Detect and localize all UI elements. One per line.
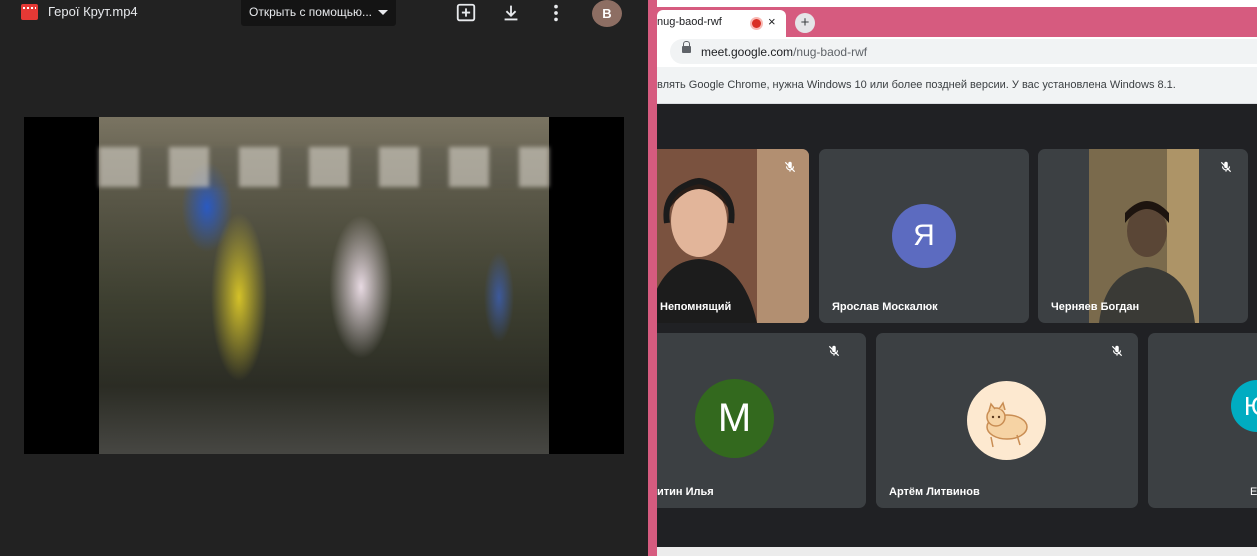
participant-name: итин Илья	[657, 486, 714, 498]
browser-toolbar: meet.google.com/nug-baod-rwf	[657, 37, 1257, 67]
tab-meet[interactable]: nug-baod-rwf ×	[657, 10, 786, 37]
open-with-button[interactable]: Открыть с помощью...	[241, 0, 396, 26]
recording-icon	[752, 19, 761, 28]
open-with-label: Открыть с помощью...	[249, 5, 373, 19]
download-icon[interactable]	[500, 2, 522, 24]
participant-name: Е	[1250, 486, 1257, 498]
new-tab-button[interactable]: +	[795, 13, 815, 33]
participant-video	[1089, 149, 1199, 323]
mic-off-icon	[828, 345, 840, 357]
window-divider[interactable]	[648, 0, 657, 556]
url-text: meet.google.com/nug-baod-rwf	[701, 45, 868, 59]
mic-off-icon	[784, 161, 796, 173]
window-bottom-edge	[657, 547, 1257, 556]
add-to-drive-icon[interactable]	[455, 2, 477, 24]
video-player[interactable]	[24, 117, 624, 454]
file-title: Герої Крут.mp4	[48, 4, 138, 19]
tab-title: nug-baod-rwf	[657, 16, 722, 28]
participant-tile[interactable]: М итин Илья	[657, 333, 866, 508]
mic-off-icon	[1111, 345, 1123, 357]
tab-strip: nug-baod-rwf × +	[657, 0, 1257, 37]
participant-avatar: Я	[892, 204, 956, 268]
address-bar[interactable]: meet.google.com/nug-baod-rwf	[670, 39, 1257, 64]
participant-name: Непомнящий	[660, 301, 732, 313]
viewer-topbar: Герої Крут.mp4 Открыть с помощью... В	[0, 0, 648, 27]
lock-icon[interactable]	[682, 41, 691, 53]
close-icon[interactable]: ×	[768, 14, 776, 29]
video-frame-detail	[99, 147, 549, 187]
video-viewer: Герої Крут.mp4 Открыть с помощью... В	[0, 0, 648, 556]
chevron-down-icon	[378, 10, 388, 15]
cat-icon	[986, 401, 1028, 448]
participant-tile[interactable]: Я Ярослав Москалюк	[819, 149, 1029, 323]
participant-tile[interactable]: Ю Е	[1148, 333, 1257, 508]
participant-name: Черняев Богдан	[1051, 301, 1140, 313]
participant-avatar: М	[695, 379, 774, 458]
chrome-window: nug-baod-rwf × + meet.google.com/nug-bao…	[657, 0, 1257, 556]
info-bar-text: влять Google Chrome, нужна Windows 10 ил…	[657, 79, 1176, 91]
participant-tile[interactable]: Черняев Богдан	[1038, 149, 1248, 323]
participant-tile[interactable]: Артём Литвинов	[876, 333, 1138, 508]
account-avatar[interactable]: В	[592, 0, 622, 27]
meet-grid: Непомнящий Я Ярослав Москалюк Черняев Бо…	[657, 104, 1257, 556]
more-vert-icon[interactable]	[545, 2, 567, 24]
film-icon	[21, 4, 38, 20]
participant-avatar-image	[967, 381, 1046, 460]
participant-name: Артём Литвинов	[889, 486, 980, 498]
video-frame	[99, 117, 549, 454]
participant-video	[657, 149, 809, 323]
participant-avatar: Ю	[1231, 380, 1257, 432]
participant-name: Ярослав Москалюк	[832, 301, 938, 313]
participant-tile[interactable]: Непомнящий	[657, 149, 809, 323]
info-bar: влять Google Chrome, нужна Windows 10 ил…	[657, 67, 1257, 104]
mic-off-icon	[1220, 161, 1232, 173]
